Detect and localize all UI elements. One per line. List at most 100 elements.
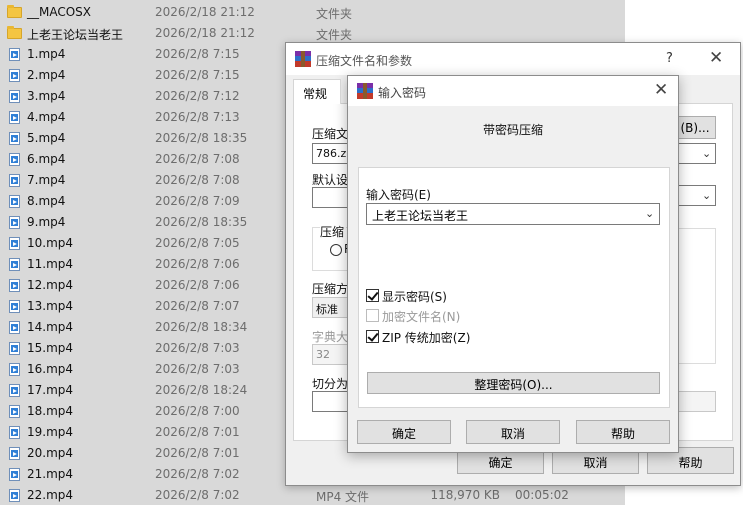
folder-icon xyxy=(7,26,22,39)
video-file-icon xyxy=(9,384,20,397)
file-name: 10.mp4 xyxy=(27,236,74,250)
archive-name-field[interactable]: 786.zip xyxy=(312,143,350,164)
video-file-icon xyxy=(9,363,20,376)
ok-button[interactable]: 确定 xyxy=(357,420,451,444)
file-row[interactable]: 22.mp4 2026/2/8 7:02 MP4 文件 118,970 KB 00:05… xyxy=(0,485,625,505)
default-profile-field[interactable] xyxy=(312,187,348,208)
video-file-icon xyxy=(9,447,20,460)
file-duration: 00:05:02 xyxy=(515,488,569,502)
file-date: 2026/2/8 7:06 xyxy=(155,257,240,271)
file-type: 文件夹 xyxy=(316,7,353,21)
video-file-icon xyxy=(9,111,20,124)
encrypt-filenames-checkbox xyxy=(366,309,379,322)
archive-dialog-titlebar[interactable]: 压缩文件名和参数 ? ✕ xyxy=(286,43,740,75)
file-name: 21.mp4 xyxy=(27,467,74,481)
winrar-app-icon xyxy=(295,51,311,67)
file-name: 2.mp4 xyxy=(27,68,66,82)
file-row[interactable]: __MACOSX 2026/2/18 21:12 文件夹 xyxy=(0,2,625,23)
file-type: 文件夹 xyxy=(316,28,353,42)
zip-legacy-encryption-checkbox[interactable] xyxy=(366,330,379,343)
cancel-button[interactable]: 取消 xyxy=(466,420,560,444)
password-dialog: 输入密码 ✕ 带密码压缩 输入密码(E) 上老王论坛当老王 ⌄ 显示密码(S) … xyxy=(347,75,679,453)
method-label: 压缩方 xyxy=(312,282,349,296)
file-date: 2026/2/8 18:35 xyxy=(155,131,248,145)
video-file-icon xyxy=(9,195,20,208)
file-name: 1.mp4 xyxy=(27,47,66,61)
format-radio[interactable] xyxy=(330,244,342,256)
show-password-label: 显示密码(S) xyxy=(382,290,447,304)
file-name: 8.mp4 xyxy=(27,194,66,208)
file-date: 2026/2/8 7:13 xyxy=(155,110,240,124)
file-name: 22.mp4 xyxy=(27,488,74,502)
chevron-down-icon[interactable]: ⌄ xyxy=(702,189,711,202)
show-password-checkbox[interactable] xyxy=(366,289,379,302)
folder-icon xyxy=(7,5,22,18)
file-date: 2026/2/8 7:15 xyxy=(155,47,240,61)
file-name: 16.mp4 xyxy=(27,362,74,376)
file-name: 5.mp4 xyxy=(27,131,66,145)
file-date: 2026/2/8 7:00 xyxy=(155,404,240,418)
file-date: 2026/2/8 7:08 xyxy=(155,173,240,187)
file-date: 2026/2/8 7:07 xyxy=(155,299,240,313)
video-file-icon xyxy=(9,468,20,481)
file-date: 2026/2/8 18:24 xyxy=(155,383,248,397)
file-size: 118,970 KB xyxy=(430,488,500,502)
format-group-label: 压缩 xyxy=(320,223,347,240)
default-profile-label: 默认设 xyxy=(312,173,349,187)
chevron-down-icon[interactable]: ⌄ xyxy=(702,147,711,160)
file-date: 2026/2/8 7:09 xyxy=(155,194,240,208)
tab-general[interactable]: 常规 xyxy=(293,79,341,104)
video-file-icon xyxy=(9,489,20,502)
file-date: 2026/2/8 7:03 xyxy=(155,362,240,376)
close-icon[interactable]: ✕ xyxy=(654,80,668,100)
password-input[interactable]: 上老王论坛当老王 xyxy=(366,203,660,225)
video-file-icon xyxy=(9,342,20,355)
help-button[interactable]: 帮助 xyxy=(576,420,670,444)
file-row[interactable]: 上老王论坛当老王 2026/2/18 21:12 文件夹 xyxy=(0,23,625,44)
file-type: MP4 文件 xyxy=(316,490,370,504)
file-date: 2026/2/8 7:01 xyxy=(155,425,240,439)
zip-legacy-encryption-label: ZIP 传统加密(Z) xyxy=(382,331,471,345)
file-name: 14.mp4 xyxy=(27,320,74,334)
file-date: 2026/2/8 7:02 xyxy=(155,488,240,502)
file-date: 2026/2/8 7:15 xyxy=(155,68,240,82)
file-date: 2026/2/8 7:08 xyxy=(155,152,240,166)
video-file-icon xyxy=(9,426,20,439)
file-date: 2026/2/18 21:12 xyxy=(155,26,255,40)
video-file-icon xyxy=(9,48,20,61)
file-name: 11.mp4 xyxy=(27,257,74,271)
password-dialog-titlebar[interactable]: 输入密码 ✕ xyxy=(348,76,678,106)
password-label: 输入密码(E) xyxy=(366,188,431,202)
encrypt-filenames-label: 加密文件名(N) xyxy=(382,310,461,324)
options-groupbox xyxy=(676,228,716,364)
close-icon[interactable]: ✕ xyxy=(709,48,723,68)
file-date: 2026/2/8 7:03 xyxy=(155,341,240,355)
help-icon[interactable]: ? xyxy=(666,51,673,66)
archive-dialog-title: 压缩文件名和参数 xyxy=(316,54,413,68)
file-name: 19.mp4 xyxy=(27,425,74,439)
video-file-icon xyxy=(9,405,20,418)
video-file-icon xyxy=(9,321,20,334)
file-date: 2026/2/8 7:12 xyxy=(155,89,240,103)
split-unit-field xyxy=(676,391,716,412)
video-file-icon xyxy=(9,132,20,145)
file-name: 4.mp4 xyxy=(27,110,66,124)
file-name: 20.mp4 xyxy=(27,446,74,460)
file-name: 15.mp4 xyxy=(27,341,74,355)
file-name: 9.mp4 xyxy=(27,215,66,229)
file-date: 2026/2/8 18:34 xyxy=(155,320,248,334)
video-file-icon xyxy=(9,153,20,166)
organize-passwords-button[interactable]: 整理密码(O)... xyxy=(367,372,660,394)
password-dialog-title: 输入密码 xyxy=(378,86,427,100)
file-name: 17.mp4 xyxy=(27,383,74,397)
file-date: 2026/2/8 7:06 xyxy=(155,278,240,292)
chevron-down-icon[interactable]: ⌄ xyxy=(645,207,654,220)
browse-button[interactable]: (B)... xyxy=(674,116,716,139)
file-name: 12.mp4 xyxy=(27,278,74,292)
split-volume-field[interactable] xyxy=(312,391,348,412)
video-file-icon xyxy=(9,258,20,271)
method-field[interactable]: 标准 xyxy=(312,297,348,318)
file-name: 18.mp4 xyxy=(27,404,74,418)
split-volume-label: 切分为 xyxy=(312,377,349,391)
video-file-icon xyxy=(9,279,20,292)
